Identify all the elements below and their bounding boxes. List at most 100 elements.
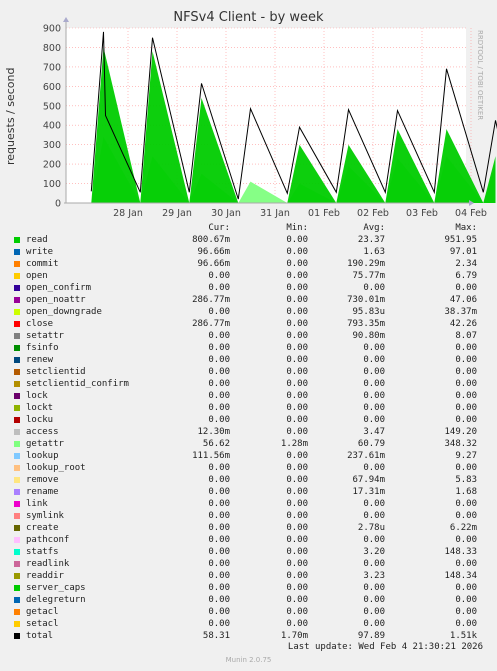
legend-cur: 56.62: [202, 439, 230, 449]
legend-cur: 0.00: [208, 475, 230, 485]
legend-swatch: [14, 273, 20, 279]
y-tick-label: 800: [43, 43, 61, 54]
legend-cur: 0.00: [208, 391, 230, 401]
legend-row-rename: rename 0.00 0.00 17.31m 1.68: [0, 486, 497, 498]
legend-max: 0.00: [455, 619, 477, 629]
legend-min: 0.00: [286, 511, 308, 521]
legend-swatch: [14, 585, 20, 591]
legend-name: remove: [26, 475, 59, 485]
x-tick-label: 31 Jan: [260, 208, 290, 219]
legend-max: 0.00: [455, 379, 477, 389]
legend-row-open-noattr: open_noattr 286.77m 0.00 730.01m 47.06: [0, 294, 497, 306]
legend-avg: 0.00: [363, 415, 385, 425]
legend-avg: 190.29m: [347, 259, 385, 269]
legend-swatch: [14, 297, 20, 303]
legend-swatch: [14, 477, 20, 483]
legend-swatch: [14, 633, 20, 639]
legend-cur: 58.31: [202, 631, 230, 641]
legend-min: 0.00: [286, 607, 308, 617]
legend-name: access: [26, 427, 59, 437]
legend-row-create: create 0.00 0.00 2.78u 6.22m: [0, 522, 497, 534]
legend-max: 148.34: [444, 571, 477, 581]
legend-swatch: [14, 357, 20, 363]
legend-max: 0.00: [455, 559, 477, 569]
legend-avg: 237.61m: [347, 451, 385, 461]
legend-cur: 96.66m: [197, 247, 230, 257]
legend-swatch: [14, 621, 20, 627]
legend-row-remove: remove 0.00 0.00 67.94m 5.83: [0, 474, 497, 486]
legend-swatch: [14, 561, 20, 567]
legend-swatch: [14, 501, 20, 507]
chart-plot: 0 100 200 300 400 500 600 700 800 900 28 Jan 29 Jan…: [43, 17, 497, 219]
legend-avg: 90.80m: [352, 331, 385, 341]
legend-avg: 23.37: [357, 235, 385, 245]
x-tick-label: 01 Feb: [308, 208, 340, 219]
legend-min: 1.28m: [280, 439, 308, 449]
legend-avg: 793.35m: [347, 319, 385, 329]
legend-max: 9.27: [455, 451, 477, 461]
legend-cur: 0.00: [208, 379, 230, 389]
legend-swatch: [14, 381, 20, 387]
legend-cur: 0.00: [208, 463, 230, 473]
legend-cur: 286.77m: [192, 319, 230, 329]
legend-avg: 0.00: [363, 379, 385, 389]
legend-max: 0.00: [455, 283, 477, 293]
legend-name: rename: [26, 487, 59, 497]
legend-max: 6.79: [455, 271, 477, 281]
legend-row-getacl: getacl 0.00 0.00 0.00 0.00: [0, 606, 497, 618]
legend-min: 0.00: [286, 367, 308, 377]
legend-max: 0.00: [455, 583, 477, 593]
legend-name: open_noattr: [26, 295, 86, 305]
legend-min: 0.00: [286, 307, 308, 317]
legend-avg: 1.63: [363, 247, 385, 257]
legend-min: 0.00: [286, 535, 308, 545]
legend-swatch: [14, 489, 20, 495]
legend-min: 0.00: [286, 619, 308, 629]
legend-min: 1.70m: [280, 631, 308, 641]
legend-name: fsinfo: [26, 343, 59, 353]
legend-rows: read 800.67m 0.00 23.37 951.95 write 96.66m 0.0…: [0, 234, 497, 642]
legend-cur: 0.00: [208, 331, 230, 341]
legend-max: 8.07: [455, 331, 477, 341]
legend-name: symlink: [26, 511, 64, 521]
legend-cur: 0.00: [208, 343, 230, 353]
legend-row-link: link 0.00 0.00 0.00 0.00: [0, 498, 497, 510]
legend-row-server-caps: server_caps 0.00 0.00 0.00 0.00: [0, 582, 497, 594]
legend-row-locku: locku 0.00 0.00 0.00 0.00: [0, 414, 497, 426]
legend-name: lookup_root: [26, 463, 86, 473]
legend-row-renew: renew 0.00 0.00 0.00 0.00: [0, 354, 497, 366]
legend-max: 6.22m: [449, 523, 477, 533]
legend-avg: 0.00: [363, 607, 385, 617]
legend-swatch: [14, 537, 20, 543]
legend-avg: 0.00: [363, 511, 385, 521]
legend-row-pathconf: pathconf 0.00 0.00 0.00 0.00: [0, 534, 497, 546]
legend-cur: 800.67m: [192, 235, 230, 245]
legend-row-readlink: readlink 0.00 0.00 0.00 0.00: [0, 558, 497, 570]
legend-row-readdir: readdir 0.00 0.00 3.23 148.34: [0, 570, 497, 582]
legend-name: getacl: [26, 607, 59, 617]
legend-max: 0.00: [455, 607, 477, 617]
legend-row-setattr: setattr 0.00 0.00 90.80m 8.07: [0, 330, 497, 342]
legend-row-delegreturn: delegreturn 0.00 0.00 0.00 0.00: [0, 594, 497, 606]
legend-max: 0.00: [455, 343, 477, 353]
legend-cur: 0.00: [208, 283, 230, 293]
y-tick-label: 500: [43, 101, 61, 112]
legend-header-avg: Avg:: [363, 223, 385, 233]
legend-avg: 67.94m: [352, 475, 385, 485]
legend-swatch: [14, 525, 20, 531]
legend-swatch: [14, 573, 20, 579]
legend-name: total: [26, 631, 54, 641]
legend-min: 0.00: [286, 271, 308, 281]
legend-swatch: [14, 417, 20, 423]
legend-max: 0.00: [455, 535, 477, 545]
legend-cur: 0.00: [208, 367, 230, 377]
legend-cur: 0.00: [208, 307, 230, 317]
legend-cur: 0.00: [208, 487, 230, 497]
legend-swatch: [14, 345, 20, 351]
legend-swatch: [14, 309, 20, 315]
last-update: Last update: Wed Feb 4 21:30:21 2026: [287, 642, 483, 652]
legend-cur: 286.77m: [192, 295, 230, 305]
legend-max: 42.26: [449, 319, 477, 329]
legend-avg: 0.00: [363, 283, 385, 293]
legend-name: statfs: [26, 547, 59, 557]
